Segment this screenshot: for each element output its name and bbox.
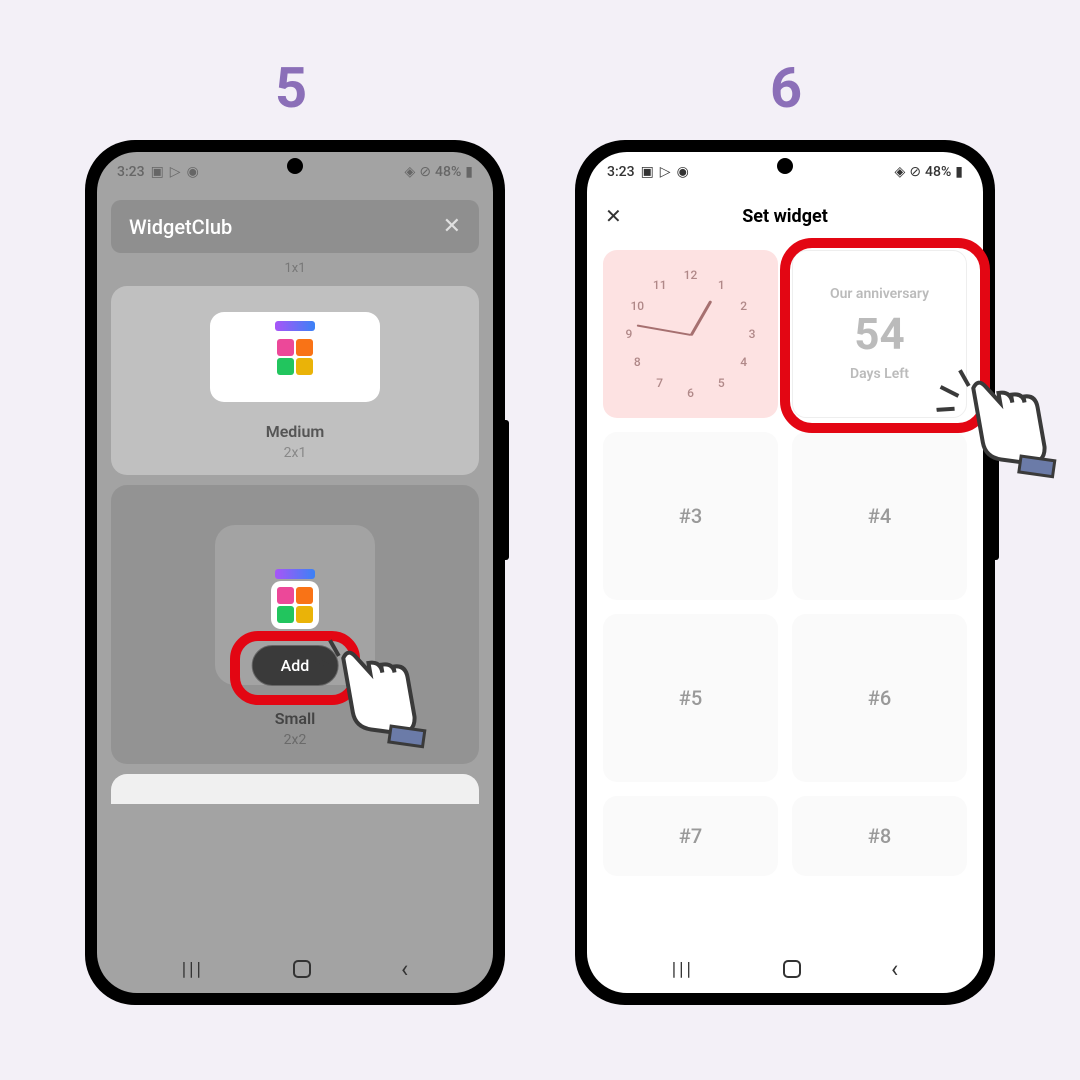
gallery-icon: ▣: [151, 164, 164, 180]
analog-clock-icon: 12 1 2 3 4 5 6 7 8 9 10 11: [621, 264, 761, 404]
battery-icon: ▮: [955, 164, 963, 180]
sync-icon: ◉: [677, 164, 689, 180]
phone-frame-6: 3:23 ▣ ▷ ◉ ◈ ⊘ 48% ▮ ✕ Set widget 12 1: [575, 140, 995, 1005]
widget-picker-header: WidgetClub ✕: [111, 200, 479, 253]
camera-cutout: [777, 158, 793, 174]
widget-name-medium: Medium: [266, 422, 325, 441]
recent-apps-button[interactable]: |||: [672, 959, 694, 980]
wifi-icon: ◈: [405, 164, 416, 180]
size-label-1x1: 1x1: [97, 261, 493, 276]
widgetclub-icon: [271, 333, 319, 381]
back-button[interactable]: ‹: [401, 955, 408, 983]
widget-slot-6[interactable]: #6: [792, 614, 967, 782]
set-widget-header: ✕ Set widget: [587, 192, 983, 240]
countdown-subtitle: Days Left: [850, 366, 909, 382]
widget-slot-7[interactable]: #7: [603, 796, 778, 876]
battery-text: 48%: [925, 164, 951, 180]
screen-6: 3:23 ▣ ▷ ◉ ◈ ⊘ 48% ▮ ✕ Set widget 12 1: [587, 152, 983, 993]
phone-frame-5: 3:23 ▣ ▷ ◉ ◈ ⊘ 48% ▮ WidgetClub ✕ 1x1: [85, 140, 505, 1005]
page-title: Set widget: [742, 206, 828, 227]
battery-icon: ▮: [465, 164, 473, 180]
countdown-days: 54: [854, 308, 905, 360]
tap-cursor-icon: [930, 351, 1061, 498]
status-time: 3:23: [117, 164, 145, 180]
android-nav-bar: ||| ‹: [97, 945, 493, 993]
widget-slot-3[interactable]: #3: [603, 432, 778, 600]
camera-cutout: [287, 158, 303, 174]
app-name: WidgetClub: [129, 215, 232, 239]
widgetclub-icon: [271, 581, 319, 629]
recent-apps-button[interactable]: |||: [182, 959, 204, 980]
home-button[interactable]: [293, 960, 311, 978]
widget-size-small: 2x2: [284, 732, 307, 748]
dnd-icon: ⊘: [419, 164, 431, 180]
status-time: 3:23: [607, 164, 635, 180]
gallery-icon: ▣: [641, 164, 654, 180]
widget-slot-clock[interactable]: 12 1 2 3 4 5 6 7 8 9 10 11: [603, 250, 778, 418]
step-number-5: 5: [275, 55, 307, 121]
widget-slot-grid: 12 1 2 3 4 5 6 7 8 9 10 11 Our annive: [587, 240, 983, 886]
widget-slot-5[interactable]: #5: [603, 614, 778, 782]
close-icon[interactable]: ✕: [605, 204, 622, 228]
play-icon: ▷: [170, 164, 181, 180]
dnd-icon: ⊘: [909, 164, 921, 180]
widget-option-partial[interactable]: [111, 774, 479, 804]
widget-slot-8[interactable]: #8: [792, 796, 967, 876]
screen-5: 3:23 ▣ ▷ ◉ ◈ ⊘ 48% ▮ WidgetClub ✕ 1x1: [97, 152, 493, 993]
widget-option-medium[interactable]: Medium 2x1: [111, 286, 479, 475]
countdown-title: Our anniversary: [830, 286, 929, 302]
play-icon: ▷: [660, 164, 671, 180]
battery-text: 48%: [435, 164, 461, 180]
widget-name-small: Small: [275, 709, 316, 728]
widget-size-medium: 2x1: [284, 445, 307, 461]
home-button[interactable]: [783, 960, 801, 978]
back-button[interactable]: ‹: [891, 955, 898, 983]
widget-slot-4[interactable]: #4: [792, 432, 967, 600]
sync-icon: ◉: [187, 164, 199, 180]
step-number-6: 6: [770, 55, 802, 121]
android-nav-bar: ||| ‹: [587, 945, 983, 993]
wifi-icon: ◈: [895, 164, 906, 180]
tap-cursor-icon: [300, 621, 431, 768]
widget-preview-medium: [210, 312, 380, 402]
close-icon[interactable]: ✕: [443, 214, 461, 239]
